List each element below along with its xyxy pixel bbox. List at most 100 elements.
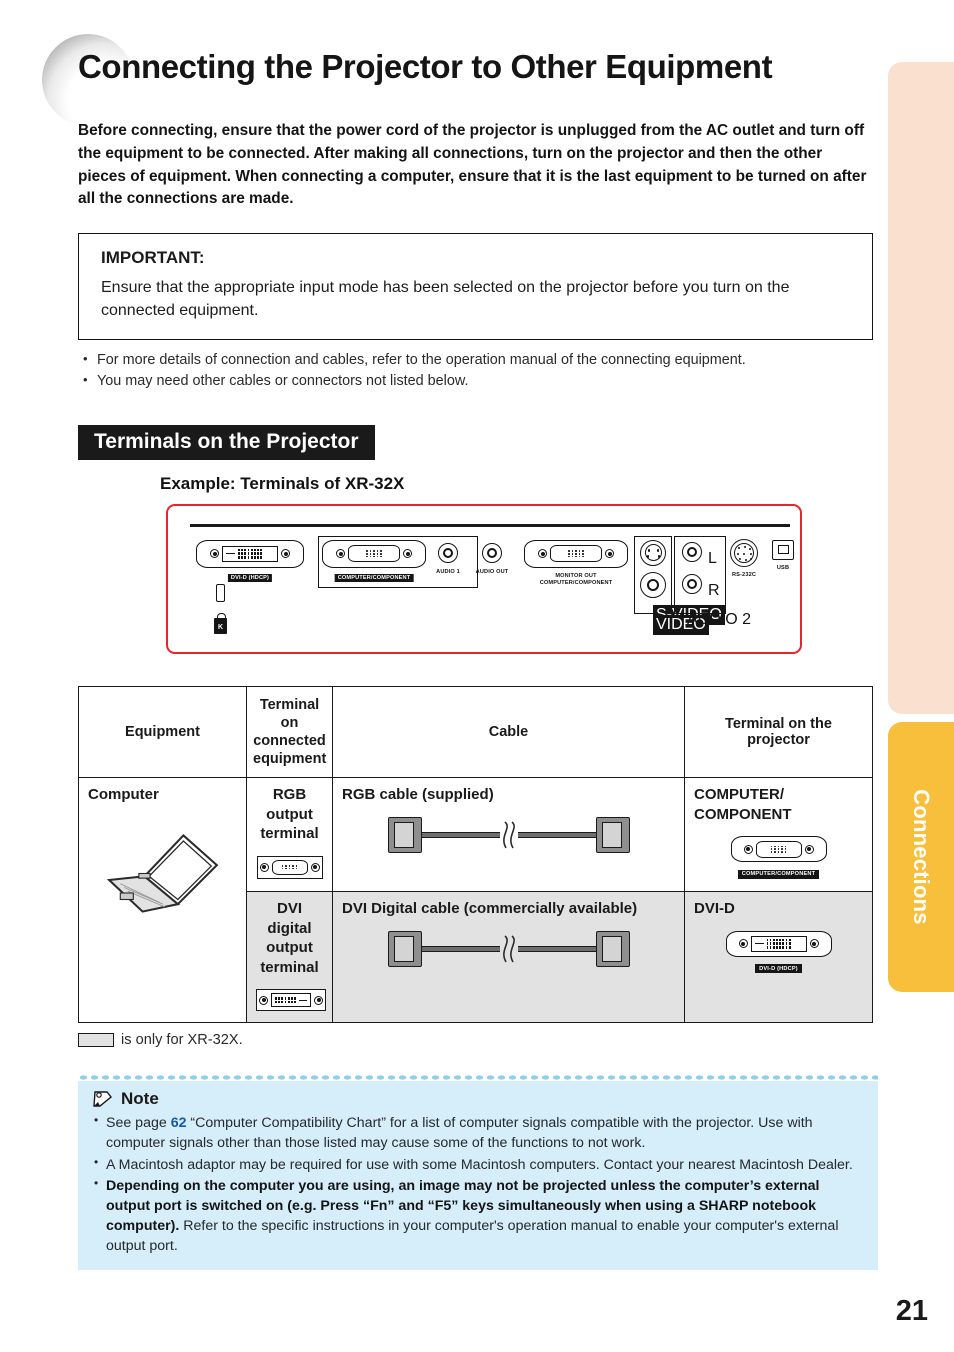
port-dvi-d: DVI-D (HDCP) (196, 539, 304, 583)
port-tag-computer-component: COMPUTER/COMPONENT (737, 869, 820, 879)
note-title-row: Note (92, 1089, 864, 1109)
page-reference-link[interactable]: 62 (171, 1115, 187, 1131)
port-label-monitor-out: MONITOR OUT COMPUTER/COMPONENT (539, 572, 613, 586)
page-number: 21 (895, 1295, 928, 1327)
port-label-audio-2-l: L (708, 549, 717, 567)
port-audio-2-left (682, 541, 702, 562)
dvi-d-port-illustration: DVI-D (HDCP) (694, 930, 863, 975)
list-item: You may need other cables or connectors … (78, 370, 878, 393)
port-audio-out: AUDIO OUT (476, 542, 508, 575)
screw-icon (738, 939, 748, 949)
dvi-port-illustration (256, 989, 326, 1012)
rca-jack-icon (682, 541, 702, 562)
screw-icon (259, 995, 268, 1005)
screw-icon (538, 549, 547, 559)
cell-terminal-projector-computer: COMPUTER/COMPONENT COMPUTER/COMPONENT (684, 777, 873, 893)
mini-din-connector-icon (640, 539, 666, 566)
page-content: Connecting the Projector to Other Equipm… (0, 0, 954, 1271)
note-title: Note (121, 1089, 159, 1109)
laptop-illustration (97, 815, 229, 919)
kensington-lock-icon: K (214, 612, 227, 634)
port-label-audio-2: AUDIO 2 (687, 610, 752, 628)
cell-terminal-connected-dvi: DVI digital output terminal (246, 891, 333, 1024)
rgb-terminal-label: RGB output terminal (260, 786, 319, 843)
projector-terminal-label-dvi: DVI-D (694, 900, 735, 918)
port-label-usb: USB (776, 564, 790, 571)
important-callout: IMPORTANT: Ensure that the appropriate i… (78, 233, 873, 340)
screw-icon (314, 995, 323, 1005)
screw-icon (259, 862, 269, 872)
rca-jack-icon (482, 542, 502, 563)
list-item: For more details of connection and cable… (78, 349, 878, 372)
cable-plug-icon (595, 816, 630, 853)
mini-din-connector-icon (730, 538, 758, 567)
legend-text: is only for XR-32X. (121, 1032, 243, 1049)
usb-connector-icon (772, 539, 794, 560)
connection-table: Equipment Terminal on connected equipment… (78, 685, 873, 1024)
bullet-list: For more details of connection and cable… (78, 349, 878, 393)
port-label-rs-232c: RS-232C (731, 571, 757, 578)
dvi-connector-icon (271, 993, 311, 1008)
cell-terminal-projector-dvi: DVI-D DVI-D (HDCP) (684, 891, 873, 1024)
dsub-connector-icon (271, 859, 308, 875)
port-usb: USB (772, 539, 794, 571)
cell-equipment: Computer (78, 777, 247, 1024)
note-item-post: “Computer Compatibility Chart” for a lis… (106, 1115, 813, 1152)
cable-label-rgb: RGB cable (supplied) (342, 786, 494, 804)
screw-icon (310, 862, 320, 872)
port-video (640, 571, 666, 598)
screw-icon (210, 549, 219, 559)
port-audio-2-right (682, 573, 702, 594)
column-header-equipment: Equipment (78, 685, 247, 779)
dvi-connector-icon (750, 935, 807, 952)
table-header-row: Equipment Terminal on connected equipment… (78, 685, 873, 779)
port-label-audio-1: AUDIO 1 (436, 568, 460, 575)
projector-terminal-label: COMPUTER/COMPONENT (694, 786, 792, 823)
cable-plug-icon (387, 930, 422, 967)
screw-icon (605, 549, 614, 559)
important-title: IMPORTANT: (101, 248, 205, 268)
example-title: Example: Terminals of XR-32X (160, 473, 405, 493)
screw-icon (743, 844, 753, 854)
cable-label-dvi: DVI Digital cable (commercially availabl… (342, 900, 638, 918)
legend-swatch (78, 1033, 114, 1048)
column-header-terminal-connected: Terminal on connected equipment (246, 685, 333, 779)
panel-rail (190, 523, 790, 527)
cell-cable-rgb: RGB cable (supplied) (332, 777, 685, 893)
port-monitor-out: MONITOR OUT COMPUTER/COMPONENT (524, 539, 628, 586)
section-heading: Terminals on the Projector (78, 424, 375, 460)
screw-icon (804, 844, 814, 854)
rca-jack-icon (640, 571, 666, 598)
note-item-rest: Refer to the specific instructions in yo… (106, 1218, 839, 1255)
port-audio-1: AUDIO 1 (436, 542, 460, 575)
computer-component-port-illustration: COMPUTER/COMPONENT (694, 836, 863, 880)
port-label-dvi-d: DVI-D (HDCP) (227, 573, 273, 583)
cable-break-icon (502, 935, 515, 963)
column-header-terminal-projector: Terminal on the projector (684, 685, 873, 779)
table-legend: is only for XR-32X. (78, 1032, 876, 1048)
page-title: Connecting the Projector to Other Equipm… (78, 48, 773, 85)
note-item-pre: See page (106, 1115, 171, 1132)
slot-icon (216, 583, 225, 602)
port-label-audio-2-r: R (708, 581, 720, 599)
dvi-terminal-label: DVI digital output terminal (260, 900, 319, 976)
dsub-connector-icon (550, 545, 602, 563)
note-box: Note See page 62 “Computer Compatibility… (78, 1081, 878, 1271)
port-tag-dvi-d: DVI-D (HDCP) (755, 964, 802, 974)
note-list: See page 62 “Computer Compatibility Char… (92, 1112, 864, 1257)
cell-cable-dvi: DVI Digital cable (commercially availabl… (332, 891, 685, 1024)
screw-icon (809, 939, 819, 949)
column-header-cable: Cable (332, 685, 685, 779)
port-label-audio-out: AUDIO OUT (475, 568, 509, 575)
cable-plug-icon (387, 816, 422, 853)
cable-plug-icon (595, 930, 630, 967)
note-item-text: A Macintosh adaptor may be required for … (106, 1156, 853, 1173)
note-item: A Macintosh adaptor may be required for … (92, 1154, 864, 1175)
cell-terminal-connected-rgb: RGB output terminal (246, 777, 333, 893)
rca-jack-icon (438, 542, 458, 563)
screw-icon (281, 549, 290, 559)
pencil-icon (93, 1091, 112, 1107)
dvi-cable-illustration (342, 930, 675, 967)
note-item: Depending on the computer you are using,… (92, 1175, 864, 1257)
port-s-video (640, 539, 666, 566)
